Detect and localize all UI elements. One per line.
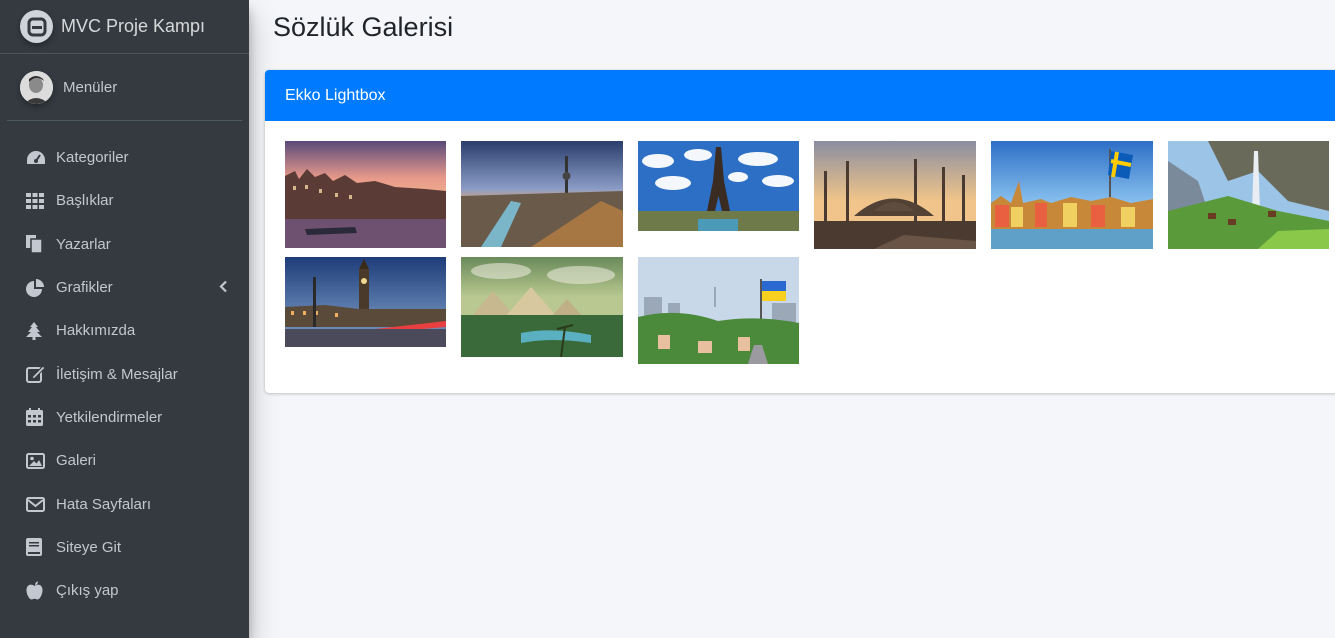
sidebar-item-label: Kategoriler [56,149,129,167]
image-icon [26,450,48,472]
sidebar-item-label: İletişim & Mesajlar [56,365,178,383]
sidebar-nav: Kategoriler Başlıklar Yazarlar Grafikler [0,121,249,612]
gallery-image-egypt[interactable] [461,257,623,357]
sidebar-item-label: Yazarlar [56,235,111,253]
gallery-image-switzerland[interactable] [1168,141,1329,249]
sidebar-item-iletisim[interactable]: İletişim & Mesajlar [0,352,249,395]
page-title: Sözlük Galerisi [273,12,454,42]
user-name: Menüler [63,78,118,96]
user-panel[interactable]: Menüler [7,54,242,121]
brand-link[interactable]: MVC Proje Kampı [0,0,249,54]
gallery-image-kyiv[interactable] [638,257,799,364]
edit-icon [26,363,48,385]
sidebar-item-yazarlar[interactable]: Yazarlar [0,223,249,266]
envelope-icon [26,493,48,515]
tachometer-icon [26,147,48,169]
gallery-card: Ekko Lightbox [265,70,1335,393]
sidebar-item-label: Başlıklar [56,192,114,210]
gallery-image-stockholm[interactable] [991,141,1153,249]
pie-chart-icon [26,277,48,299]
gallery-image-paris[interactable] [638,141,799,231]
calendar-icon [26,406,48,428]
main-sidebar: MVC Proje Kampı Menüler Kategoriler Başl… [0,0,249,638]
sidebar-item-label: Siteye Git [56,538,122,556]
sidebar-item-label: Hata Sayfaları [56,495,152,513]
gallery-image-istanbul[interactable] [814,141,976,249]
sidebar-item-grafikler[interactable]: Grafikler [0,266,249,309]
sidebar-item-label: Grafikler [56,279,113,297]
brand-logo-icon [20,10,53,43]
tree-icon [26,320,48,342]
sidebar-item-basliklar[interactable]: Başlıklar [0,179,249,222]
avatar [20,70,53,104]
sidebar-item-label: Galeri [56,452,97,470]
content-wrapper: Sözlük Galerisi Ekko Lightbox [249,0,1335,638]
sidebar-item-kategoriler[interactable]: Kategoriler [0,136,249,179]
sidebar-item-siteye-git[interactable]: Siteye Git [0,526,249,569]
sidebar-item-hata-sayfalari[interactable]: Hata Sayfaları [0,482,249,525]
chevron-left-icon [219,280,227,295]
gallery-image-amsterdam[interactable] [285,141,446,248]
sidebar-item-label: Yetkilendirmeler [56,408,163,426]
sidebar-item-label: Hakkımızda [56,322,136,340]
sidebar-item-hakkimizda[interactable]: Hakkımızda [0,309,249,352]
book-icon [26,536,48,558]
brand-title: MVC Proje Kampı [61,16,206,36]
sidebar-item-label: Çıkış yap [56,582,119,600]
sidebar-item-galeri[interactable]: Galeri [0,439,249,482]
sidebar-item-yetkilendirmeler[interactable]: Yetkilendirmeler [0,396,249,439]
gallery-image-london[interactable] [285,257,446,347]
copy-icon [26,233,48,255]
apple-icon [26,580,48,602]
gallery-image-berlin[interactable] [461,141,623,247]
grid-icon [26,190,48,212]
sidebar-item-cikis-yap[interactable]: Çıkış yap [0,569,249,612]
card-header: Ekko Lightbox [265,70,1335,121]
